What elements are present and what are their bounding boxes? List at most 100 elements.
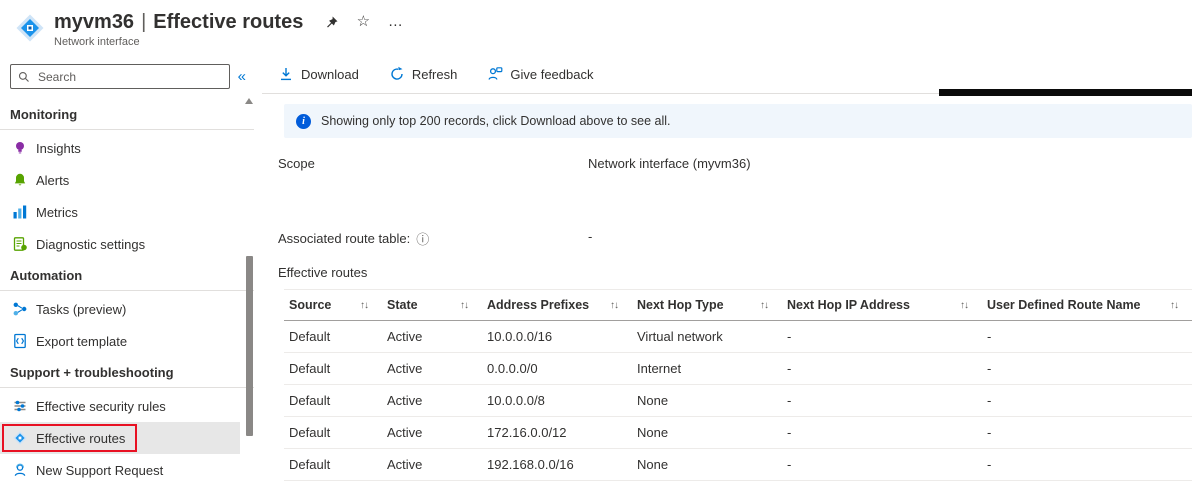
- sidebar-item-label: New Support Request: [36, 462, 164, 478]
- insights-icon: [12, 140, 28, 156]
- sidebar-item-label: Export template: [36, 333, 128, 349]
- sidebar-item-tasks-preview[interactable]: Tasks (preview): [0, 293, 262, 325]
- feedback-label: Give feedback: [510, 66, 594, 82]
- sidebar-section-automation: Automation: [0, 260, 254, 291]
- sidebar-item-new-support-request[interactable]: New Support Request: [0, 454, 262, 486]
- sidebar-item-inner: Metrics: [2, 198, 90, 226]
- sidebar-item-export-template[interactable]: Export template: [0, 325, 262, 357]
- table-row: Default Active 172.16.0.0/12 None - -: [284, 416, 1192, 449]
- column-header-label: User Defined Route Name: [987, 298, 1141, 312]
- cell-next-hop-type: Internet: [632, 352, 782, 385]
- sort-icon[interactable]: ↑↓: [1170, 300, 1179, 311]
- cell-address-prefixes: 10.0.0.0/16: [482, 320, 632, 353]
- search-icon: [18, 71, 29, 82]
- download-icon: [281, 68, 291, 81]
- sort-icon[interactable]: ↑↓: [760, 300, 769, 311]
- sidebar-item-label: Effective routes: [36, 430, 126, 446]
- search-box[interactable]: [10, 64, 230, 89]
- export-template-icon: [12, 333, 28, 349]
- info-icon: i: [296, 113, 311, 129]
- resource-type-subtitle: Network interface: [54, 36, 140, 48]
- page-header: myvm36 | Effective routes ☆ … Network in…: [0, 0, 1192, 52]
- cell-source: Default: [284, 384, 382, 417]
- sort-icon[interactable]: ↑↓: [610, 300, 619, 311]
- table-row: Default Active 10.0.0.0/8 None - -: [284, 384, 1192, 417]
- cell-user-defined-route-name: -: [982, 384, 1192, 417]
- tasks-icon: [12, 301, 28, 317]
- sidebar-section-monitoring: Monitoring: [0, 99, 254, 130]
- cell-next-hop-type: None: [632, 448, 782, 481]
- cell-next-hop-type: Virtual network: [632, 320, 782, 353]
- sidebar-item-diagnostic-settings[interactable]: Diagnostic settings: [0, 228, 262, 260]
- column-header-label: Source: [289, 298, 332, 312]
- column-header-state[interactable]: State ↑↓: [382, 289, 482, 321]
- scope-row: Scope Network interface (myvm36): [278, 156, 1192, 171]
- scrollbar-up-arrow[interactable]: [245, 98, 253, 104]
- sidebar-item-inner: Alerts: [2, 166, 81, 194]
- support-request-icon: [12, 462, 28, 478]
- network-interface-icon: [14, 12, 46, 44]
- sort-icon[interactable]: ↑↓: [460, 300, 469, 311]
- sidebar-item-insights[interactable]: Insights: [0, 132, 262, 164]
- column-header-address-prefixes[interactable]: Address Prefixes ↑↓: [482, 289, 632, 321]
- associated-route-table-value: -: [588, 229, 593, 244]
- ellipsis-icon[interactable]: …: [387, 13, 403, 30]
- sidebar-item-label: Diagnostic settings: [36, 236, 146, 252]
- table-row: Default Active 0.0.0.0/0 Internet - -: [284, 352, 1192, 385]
- give-feedback-button[interactable]: Give feedback: [487, 66, 593, 82]
- cell-state: Active: [382, 320, 482, 353]
- cell-user-defined-route-name: -: [982, 320, 1192, 353]
- cell-source: Default: [284, 416, 382, 449]
- sidebar-item-metrics[interactable]: Metrics: [0, 196, 262, 228]
- sidebar-scrollbar[interactable]: [246, 256, 253, 436]
- info-tooltip-icon[interactable]: ⓘ: [416, 229, 429, 248]
- collapse-sidebar-button[interactable]: «: [236, 68, 248, 85]
- column-header-next-hop-type[interactable]: Next Hop Type ↑↓: [632, 289, 782, 321]
- scope-label: Scope: [278, 156, 315, 171]
- column-header-label: State: [387, 298, 418, 312]
- effective-routes-icon: [12, 430, 28, 446]
- refresh-label: Refresh: [411, 66, 458, 82]
- sidebar-item-inner: New Support Request: [2, 456, 175, 484]
- info-banner: i Showing only top 200 records, click Do…: [284, 104, 1192, 138]
- pin-icon[interactable]: [323, 14, 339, 30]
- refresh-button[interactable]: Refresh: [389, 66, 458, 82]
- cell-next-hop-ip-address: -: [782, 320, 982, 353]
- effective-routes-section-title: Effective routes: [278, 265, 368, 280]
- table-row: Default Active 192.168.0.0/16 None - -: [284, 448, 1192, 481]
- sidebar-item-effective-routes[interactable]: Effective routes: [0, 422, 240, 454]
- associated-route-table-label: Associated route table:: [278, 231, 411, 246]
- metrics-icon: [12, 204, 28, 220]
- command-bar: Download Refresh Give feedback: [278, 60, 1192, 88]
- column-header-user-defined-route-name[interactable]: User Defined Route Name ↑↓: [982, 289, 1192, 321]
- cell-next-hop-ip-address: -: [782, 352, 982, 385]
- cell-state: Active: [382, 416, 482, 449]
- cell-source: Default: [284, 448, 382, 481]
- download-button[interactable]: Download: [278, 66, 359, 82]
- cell-next-hop-ip-address: -: [782, 448, 982, 481]
- cell-next-hop-type: None: [632, 384, 782, 417]
- download-label: Download: [301, 66, 359, 82]
- sidebar-item-inner: Effective security rules: [2, 392, 178, 420]
- sort-icon[interactable]: ↑↓: [360, 300, 369, 311]
- sidebar-item-label: Insights: [36, 140, 81, 156]
- cell-address-prefixes: 192.168.0.0/16: [482, 448, 632, 481]
- column-header-source[interactable]: Source ↑↓: [284, 289, 382, 321]
- sidebar-section-support-troubleshooting: Support + troubleshooting: [0, 357, 254, 388]
- cell-address-prefixes: 172.16.0.0/12: [482, 416, 632, 449]
- sidebar-item-effective-security-rules[interactable]: Effective security rules: [0, 390, 262, 422]
- cell-state: Active: [382, 384, 482, 417]
- sidebar-item-label: Tasks (preview): [36, 301, 127, 317]
- column-header-label: Address Prefixes: [487, 298, 590, 312]
- main-panel: Download Refresh Give feedback i Showing…: [262, 52, 1192, 499]
- star-icon[interactable]: ☆: [355, 13, 371, 30]
- sort-icon[interactable]: ↑↓: [960, 300, 969, 311]
- cell-user-defined-route-name: -: [982, 448, 1192, 481]
- sidebar-item-label: Alerts: [36, 172, 70, 188]
- sidebar-item-alerts[interactable]: Alerts: [0, 164, 262, 196]
- search-input[interactable]: [36, 68, 222, 85]
- resource-name: myvm36: [54, 11, 135, 33]
- effective-routes-table: Source ↑↓ State ↑↓ Address Prefixes ↑↓ Next Ho…: [284, 289, 1192, 481]
- page-title: Effective routes: [153, 11, 304, 33]
- column-header-next-hop-ip-address[interactable]: Next Hop IP Address ↑↓: [782, 289, 982, 321]
